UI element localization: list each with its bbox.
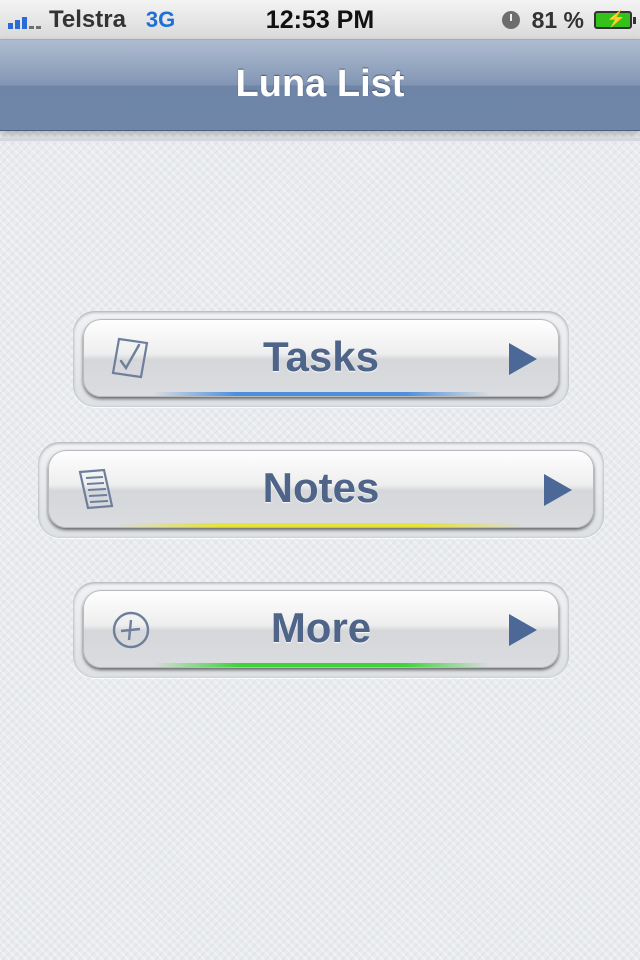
navigation-bar: Luna List — [0, 40, 640, 131]
status-right: 81 % ⚡ — [501, 0, 636, 40]
page-title: Luna List — [235, 63, 405, 105]
chevron-right-icon — [509, 614, 537, 646]
status-bar: Telstra 3G 12:53 PM 81 % ⚡ — [0, 0, 640, 40]
battery-charging-icon: ⚡ — [594, 11, 636, 29]
more-button[interactable]: More — [83, 590, 559, 668]
notes-button-frame: Notes — [38, 442, 604, 538]
chevron-right-icon — [544, 474, 572, 506]
notes-button[interactable]: Notes — [48, 450, 594, 528]
notes-glow-bar — [118, 523, 524, 527]
more-glow-bar — [153, 663, 489, 667]
tasks-button[interactable]: Tasks — [83, 319, 559, 397]
tasks-button-frame: Tasks — [73, 311, 569, 407]
chevron-right-icon — [509, 343, 537, 375]
more-label: More — [270, 604, 372, 651]
clock-icon — [501, 11, 520, 29]
more-button-frame: More — [73, 582, 569, 678]
battery-percentage: 81 % — [531, 6, 584, 33]
tasks-glow-bar — [153, 392, 489, 396]
tasks-label: Tasks — [263, 333, 379, 380]
nav-divider — [0, 138, 640, 141]
notes-label: Notes — [262, 464, 380, 511]
